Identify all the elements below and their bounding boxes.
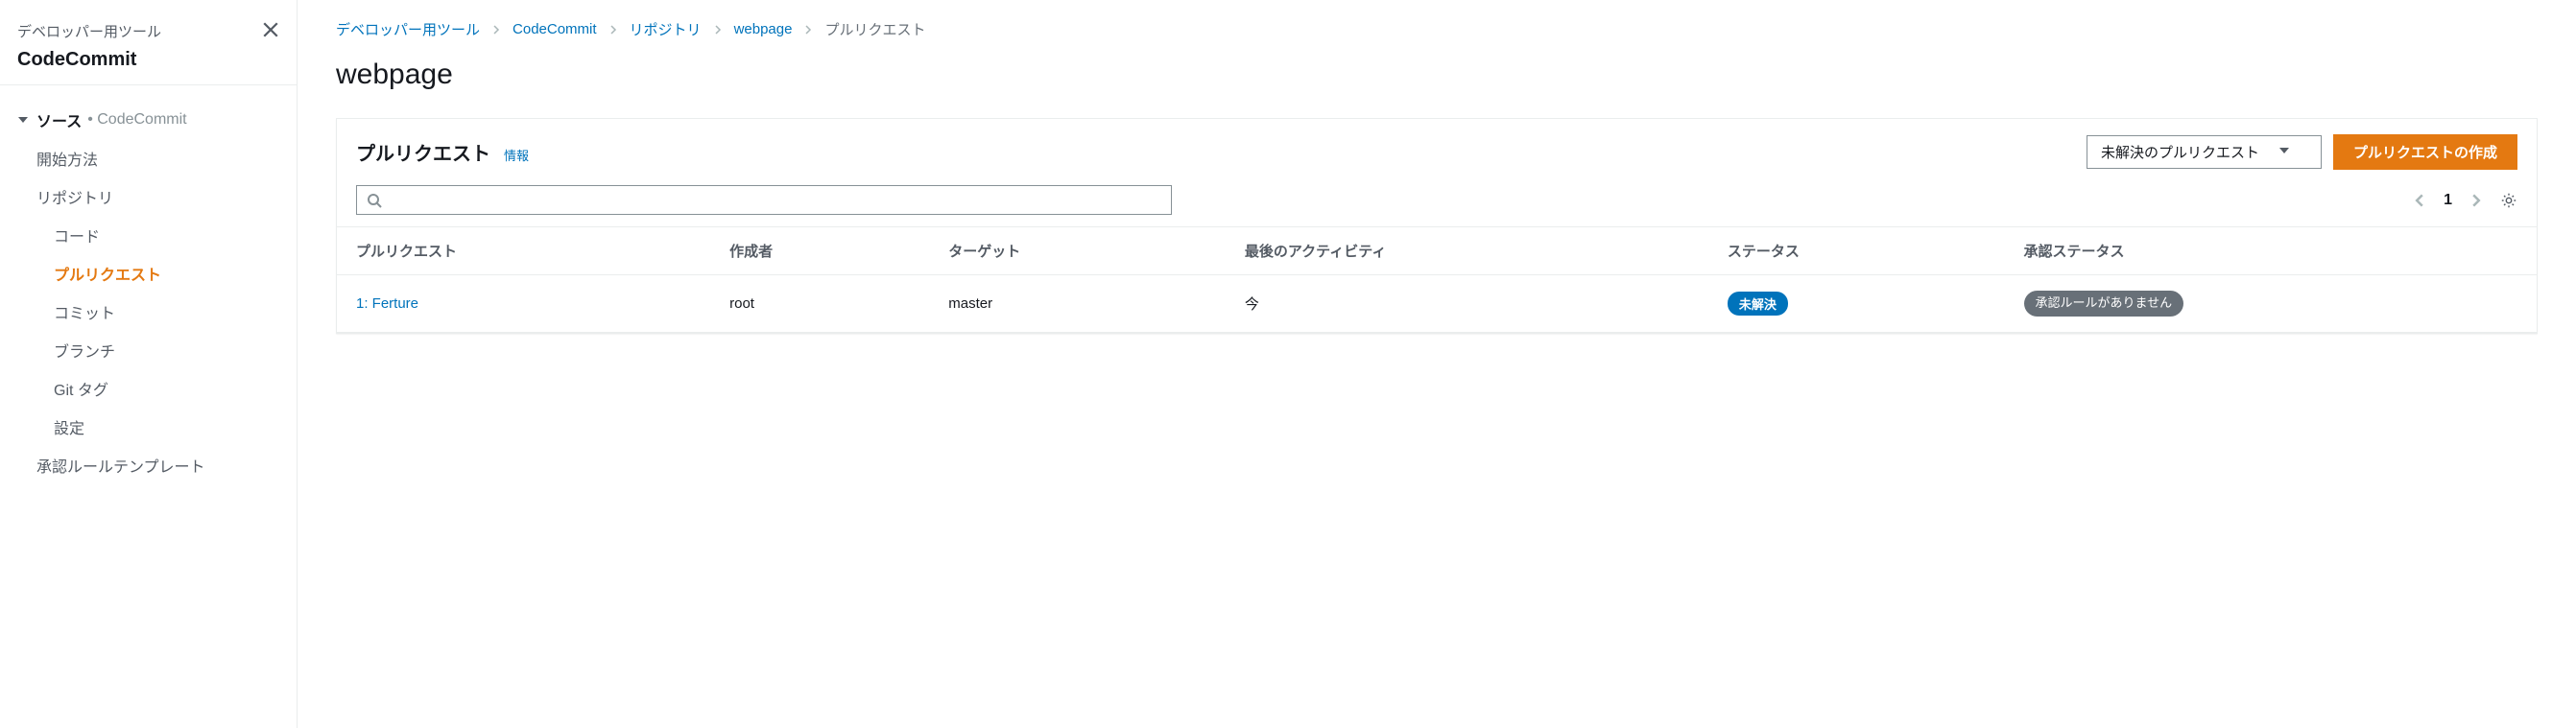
nav-item-branches[interactable]: ブランチ: [0, 331, 297, 369]
panel-toolbar: 1: [337, 185, 2537, 226]
chevron-right-icon: [803, 25, 813, 35]
caret-down-icon: [2278, 144, 2290, 160]
search-icon: [367, 193, 382, 208]
caret-down-icon: [17, 114, 29, 126]
sidebar-nav: ソース • CodeCommit 開始方法 リポジトリ コード プルリクエスト …: [0, 85, 297, 500]
nav-item-git-tags[interactable]: Git タグ: [0, 369, 297, 408]
pull-requests-table: プルリクエスト 作成者 ターゲット 最後のアクティビティ ステータス 承認ステー…: [337, 226, 2537, 333]
nav-section-source[interactable]: ソース • CodeCommit: [0, 101, 297, 139]
nav-item-settings[interactable]: 設定: [0, 408, 297, 446]
sidebar-subtitle: デベロッパー用ツール: [17, 21, 279, 41]
page-title: webpage: [336, 59, 2538, 91]
nav-item-getting-started[interactable]: 開始方法: [0, 139, 297, 177]
chevron-right-icon: [491, 25, 501, 35]
nav-item-code[interactable]: コード: [0, 216, 297, 254]
nav-item-repositories[interactable]: リポジトリ: [0, 177, 297, 216]
pr-link[interactable]: 1: Ferture: [356, 295, 418, 312]
breadcrumb-dev-tools[interactable]: デベロッパー用ツール: [336, 19, 480, 39]
main: デベロッパー用ツール CodeCommit リポジトリ webpage プルリク…: [298, 0, 2576, 728]
col-target[interactable]: ターゲット: [929, 227, 1226, 275]
nav-item-pull-requests[interactable]: プルリクエスト: [0, 254, 297, 293]
status-filter-label: 未解決のプルリクエスト: [2101, 142, 2259, 162]
create-pull-request-button[interactable]: プルリクエストの作成: [2333, 134, 2517, 170]
breadcrumb-current: プルリクエスト: [824, 19, 925, 39]
sidebar: デベロッパー用ツール CodeCommit ソース • CodeCommit 開…: [0, 0, 298, 728]
status-badge: 未解決: [1728, 292, 1788, 316]
col-pull-request[interactable]: プルリクエスト: [337, 227, 710, 275]
col-author[interactable]: 作成者: [710, 227, 929, 275]
search-input-wrap[interactable]: [356, 185, 1172, 215]
pr-activity: 今: [1226, 275, 1708, 333]
page-number: 1: [2444, 192, 2452, 209]
pull-requests-panel: プルリクエスト 情報 未解決のプルリクエスト プルリクエストの作成: [336, 118, 2538, 334]
chevron-right-icon: [608, 25, 618, 35]
pr-author: root: [710, 275, 929, 333]
gear-icon[interactable]: [2500, 192, 2517, 209]
panel-title: プルリクエスト: [356, 138, 490, 166]
breadcrumb: デベロッパー用ツール CodeCommit リポジトリ webpage プルリク…: [336, 19, 2538, 39]
status-filter-select[interactable]: 未解決のプルリクエスト: [2087, 135, 2322, 169]
col-approval-status[interactable]: 承認ステータス: [2005, 227, 2538, 275]
col-last-activity[interactable]: 最後のアクティビティ: [1226, 227, 1708, 275]
breadcrumb-webpage[interactable]: webpage: [734, 21, 793, 37]
panel-header: プルリクエスト 情報 未解決のプルリクエスト プルリクエストの作成: [337, 119, 2537, 185]
chevron-right-icon: [713, 25, 723, 35]
nav-section-label: ソース: [36, 108, 82, 131]
breadcrumb-codecommit[interactable]: CodeCommit: [513, 21, 597, 37]
nav-item-commits[interactable]: コミット: [0, 293, 297, 331]
table-header-row: プルリクエスト 作成者 ターゲット 最後のアクティビティ ステータス 承認ステー…: [337, 227, 2537, 275]
pagination: 1: [2413, 192, 2517, 209]
nav-item-approval-templates[interactable]: 承認ルールテンプレート: [0, 446, 297, 484]
info-link[interactable]: 情報: [504, 146, 529, 164]
breadcrumb-repositories[interactable]: リポジトリ: [630, 19, 702, 39]
col-status[interactable]: ステータス: [1708, 227, 2005, 275]
next-page-button[interactable]: [2469, 194, 2483, 207]
sidebar-header: デベロッパー用ツール CodeCommit: [0, 0, 297, 85]
pr-target: master: [929, 275, 1226, 333]
sidebar-title: CodeCommit: [17, 49, 279, 71]
close-icon[interactable]: [262, 21, 279, 41]
nav-section-sub: • CodeCommit: [87, 111, 186, 129]
approval-badge: 承認ルールがありません: [2024, 291, 2184, 317]
search-input[interactable]: [390, 192, 1161, 208]
prev-page-button[interactable]: [2413, 194, 2426, 207]
table-row: 1: Ferture root master 今 未解決 承認ルールがありません: [337, 275, 2537, 333]
